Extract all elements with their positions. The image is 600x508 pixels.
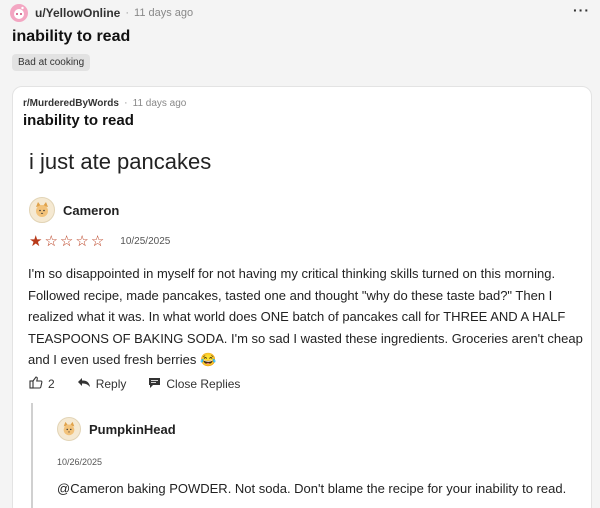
separator-dot: · — [123, 97, 128, 109]
post-username[interactable]: u/YellowOnline — [35, 6, 120, 20]
crosspost-header: r/MurderedByWords · 11 days ago — [23, 97, 186, 109]
crosspost-title: inability to read — [23, 112, 134, 129]
crosspost-time: 11 days ago — [132, 97, 187, 109]
close-replies-label: Close Replies — [166, 377, 241, 391]
post-time: 11 days ago — [134, 7, 194, 19]
star-rating: ★ ☆ ☆ ☆ ☆ 10/25/2025 — [29, 234, 170, 249]
review-date: 10/25/2025 — [120, 236, 171, 247]
review-actions: 2 Reply Close Replies — [29, 376, 262, 392]
post-title: inability to read — [12, 28, 131, 45]
cat-avatar-icon — [29, 197, 55, 223]
reddit-avatar-icon[interactable] — [10, 4, 28, 22]
post-page: u/YellowOnline · 11 days ago ··· inabili… — [0, 0, 600, 508]
post-header: u/YellowOnline · 11 days ago — [10, 4, 193, 22]
thumbs-up-icon — [29, 376, 43, 392]
more-options-icon[interactable]: ··· — [573, 2, 590, 18]
crosspost-card[interactable]: r/MurderedByWords · 11 days ago inabilit… — [12, 86, 592, 508]
reply-label: Reply — [95, 377, 127, 391]
reply-author: PumpkinHead — [57, 417, 176, 441]
review-text: I'm so disappointed in myself for not ha… — [28, 266, 583, 367]
review-author: Cameron — [29, 197, 119, 223]
star-icon: ☆ — [75, 233, 89, 250]
star-icon: ☆ — [90, 233, 105, 250]
reply-date: 10/26/2025 — [57, 457, 103, 467]
post-flair[interactable]: Bad at cooking — [12, 54, 91, 71]
star-icon: ☆ — [59, 233, 74, 250]
star-icon: ☆ — [44, 233, 58, 250]
crosspost-subreddit[interactable]: r/MurderedByWords — [23, 98, 119, 109]
star-icon: ★ — [29, 233, 43, 250]
review-author-name: Cameron — [63, 202, 120, 218]
reply-text: @Cameron baking POWDER. Not soda. Don't … — [57, 481, 567, 496]
comment-bubble-icon — [148, 377, 161, 392]
review-screenshot: i just ate pancakes Cameron ★ ☆ ☆ ☆ ☆ 10… — [13, 139, 591, 508]
reply-author-name: PumpkinHead — [89, 421, 176, 437]
reply-arrow-icon — [77, 377, 91, 391]
reply-button[interactable]: Reply — [77, 377, 127, 391]
like-button[interactable]: 2 — [29, 376, 55, 392]
reply-thread: PumpkinHead 10/26/2025 @Cameron baking P… — [31, 403, 591, 508]
close-replies-button[interactable]: Close Replies — [148, 377, 240, 392]
screenshot-title: i just ate pancakes — [29, 149, 212, 174]
like-count: 2 — [48, 377, 55, 391]
separator-dot: · — [125, 7, 130, 19]
cat-avatar-icon — [57, 417, 81, 441]
